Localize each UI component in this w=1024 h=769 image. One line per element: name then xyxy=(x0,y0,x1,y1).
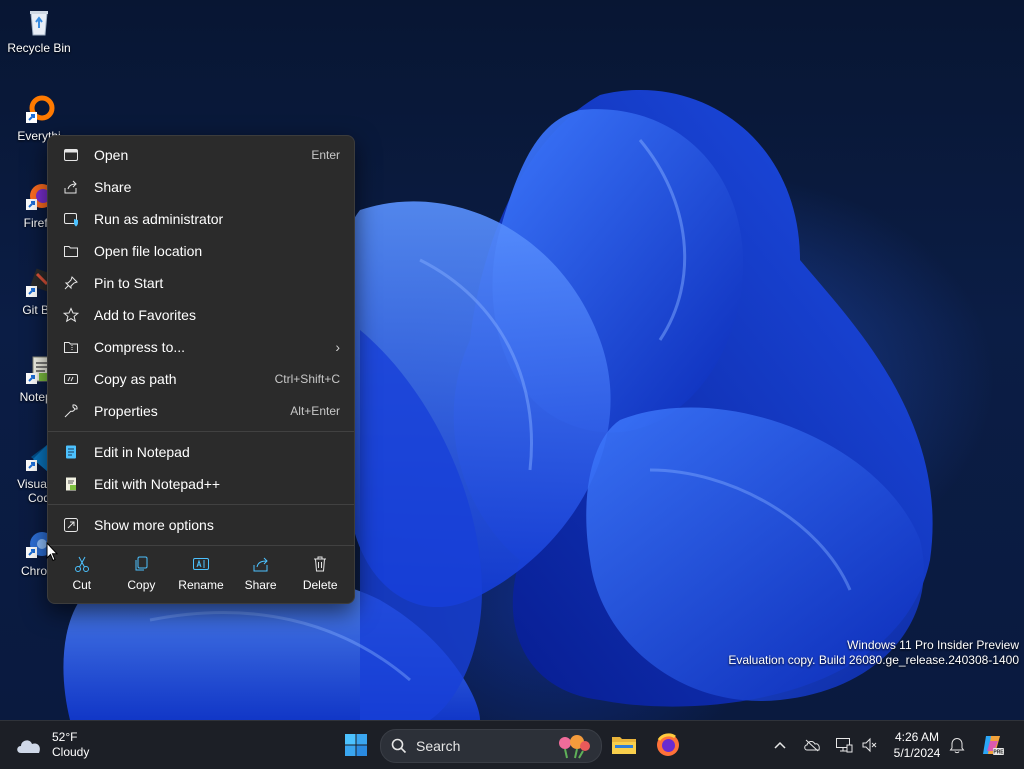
rename-icon xyxy=(192,558,209,570)
quick-action-label: Delete xyxy=(302,578,338,592)
quick-actions-bar: Cut Copy Rename Share Delete xyxy=(52,551,350,597)
copilot-icon: PRE xyxy=(983,736,1004,756)
star-icon xyxy=(62,306,80,324)
menu-item-label: Add to Favorites xyxy=(94,307,196,323)
tray-onedrive[interactable] xyxy=(800,721,824,769)
quick-action-label: Rename xyxy=(178,578,224,592)
open-icon xyxy=(62,146,80,164)
cloud-icon xyxy=(17,740,40,753)
menu-item-edit-in-notepad[interactable]: Edit in Notepad xyxy=(52,437,350,467)
everything-app-icon xyxy=(26,95,55,123)
search-placeholder: Search xyxy=(416,738,461,754)
menu-item-label: Share xyxy=(94,179,132,195)
menu-item-label: Run as administrator xyxy=(94,211,224,227)
menu-item-label: Edit with Notepad++ xyxy=(94,476,221,492)
tray-volume[interactable] xyxy=(858,721,882,769)
watermark-build: Evaluation copy. Build 26080.ge_release.… xyxy=(728,653,1019,667)
quick-action-rename[interactable]: Rename xyxy=(171,551,231,597)
shield-icon xyxy=(62,210,80,228)
menu-item-shortcut: Ctrl+Shift+C xyxy=(274,372,340,386)
desktop-icon-recycle-bin[interactable]: Recycle Bin xyxy=(1,6,77,55)
menu-item-label: Edit in Notepad xyxy=(94,444,190,460)
menu-item-shortcut: Alt+Enter xyxy=(290,404,340,418)
menu-item-label: Compress to... xyxy=(94,339,186,355)
notepad-icon xyxy=(62,443,80,461)
menu-item-label: Properties xyxy=(94,403,158,419)
menu-separator xyxy=(48,504,354,505)
menu-item-label: Pin to Start xyxy=(94,275,164,291)
notepad-plus-plus-icon xyxy=(62,475,80,493)
network-icon xyxy=(836,738,853,753)
menu-separator xyxy=(48,545,354,546)
flowers-highlight-icon xyxy=(559,735,590,759)
menu-item-label: Show more options xyxy=(94,517,214,533)
taskbar-file-explorer[interactable] xyxy=(606,727,642,763)
menu-separator xyxy=(48,431,354,432)
menu-item-label: Copy as path xyxy=(94,371,177,387)
menu-item-label: Open xyxy=(94,147,129,163)
share-icon xyxy=(253,557,268,572)
volume-icon xyxy=(862,737,877,753)
taskbar-clock[interactable]: 4:26 AM 5/1/2024 xyxy=(886,729,948,761)
start-icon xyxy=(345,734,367,756)
windows-watermark: Windows 11 Pro Insider Preview Evaluatio… xyxy=(728,638,1019,668)
weather-widget[interactable]: 52°F Cloudy xyxy=(14,728,89,762)
file-explorer-icon xyxy=(612,737,636,754)
watermark-edition: Windows 11 Pro Insider Preview xyxy=(847,638,1019,652)
taskbar: 52°F Cloudy Search 4:26 AM 5/1/2024 PRE xyxy=(0,720,1024,769)
scissors-icon xyxy=(74,556,89,572)
pin-icon xyxy=(62,274,80,292)
quick-action-label: Share xyxy=(244,578,277,592)
more-options-icon xyxy=(62,516,80,534)
search-icon xyxy=(391,738,407,754)
menu-item-share[interactable]: Share xyxy=(52,172,350,202)
copy-path-icon xyxy=(62,370,80,388)
menu-item-copy-as-path[interactable]: Copy as path Ctrl+Shift+C xyxy=(52,364,350,394)
onedrive-icon xyxy=(804,739,820,752)
clock-date: 5/1/2024 xyxy=(893,746,941,760)
menu-item-open-file-location[interactable]: Open file location xyxy=(52,236,350,266)
taskbar-search[interactable]: Search xyxy=(380,729,602,763)
context-menu: Open Enter Share Run as administrator Op… xyxy=(47,135,355,604)
weather-temperature: 52°F xyxy=(52,730,78,744)
tray-notifications[interactable] xyxy=(946,721,968,769)
menu-item-shortcut: Enter xyxy=(311,148,340,162)
firefox-icon xyxy=(657,733,679,756)
menu-item-show-more-options[interactable]: Show more options xyxy=(52,510,350,540)
quick-action-share[interactable]: Share xyxy=(231,551,291,597)
weather-condition: Cloudy xyxy=(52,745,90,759)
quick-action-cut[interactable]: Cut xyxy=(52,551,112,597)
clock-time: 4:26 AM xyxy=(894,730,940,744)
svg-text:PRE: PRE xyxy=(993,750,1004,756)
copy-icon xyxy=(135,556,148,571)
recycle-bin-icon xyxy=(30,11,48,36)
tray-show-hidden-icons[interactable] xyxy=(770,721,790,769)
folder-icon xyxy=(62,242,80,260)
tray-network[interactable] xyxy=(832,721,856,769)
quick-action-label: Cut xyxy=(72,578,92,592)
zip-folder-icon xyxy=(62,338,80,356)
chevron-up-icon xyxy=(774,741,786,749)
quick-action-delete[interactable]: Delete xyxy=(290,551,350,597)
notification-bell-icon xyxy=(949,737,965,754)
menu-item-edit-with-notepad-plus-plus[interactable]: Edit with Notepad++ xyxy=(52,469,350,499)
menu-item-compress-to[interactable]: Compress to... › xyxy=(52,332,350,362)
share-icon xyxy=(62,178,80,196)
tray-copilot[interactable]: PRE xyxy=(978,721,1006,769)
menu-item-properties[interactable]: Properties Alt+Enter xyxy=(52,396,350,426)
trash-icon xyxy=(314,556,327,572)
menu-item-label: Open file location xyxy=(94,243,203,259)
chevron-right-icon: › xyxy=(335,339,340,355)
wrench-icon xyxy=(62,402,80,420)
quick-action-label: Copy xyxy=(127,578,156,592)
quick-action-copy[interactable]: Copy xyxy=(112,551,172,597)
mouse-cursor-icon xyxy=(46,542,58,562)
menu-item-pin-to-start[interactable]: Pin to Start xyxy=(52,268,350,298)
start-button[interactable] xyxy=(338,727,374,763)
taskbar-firefox[interactable] xyxy=(650,727,686,763)
menu-item-run-as-administrator[interactable]: Run as administrator xyxy=(52,204,350,234)
menu-item-add-to-favorites[interactable]: Add to Favorites xyxy=(52,300,350,330)
menu-item-open[interactable]: Open Enter xyxy=(52,140,350,170)
desktop-icon-label: Recycle Bin xyxy=(7,41,71,55)
